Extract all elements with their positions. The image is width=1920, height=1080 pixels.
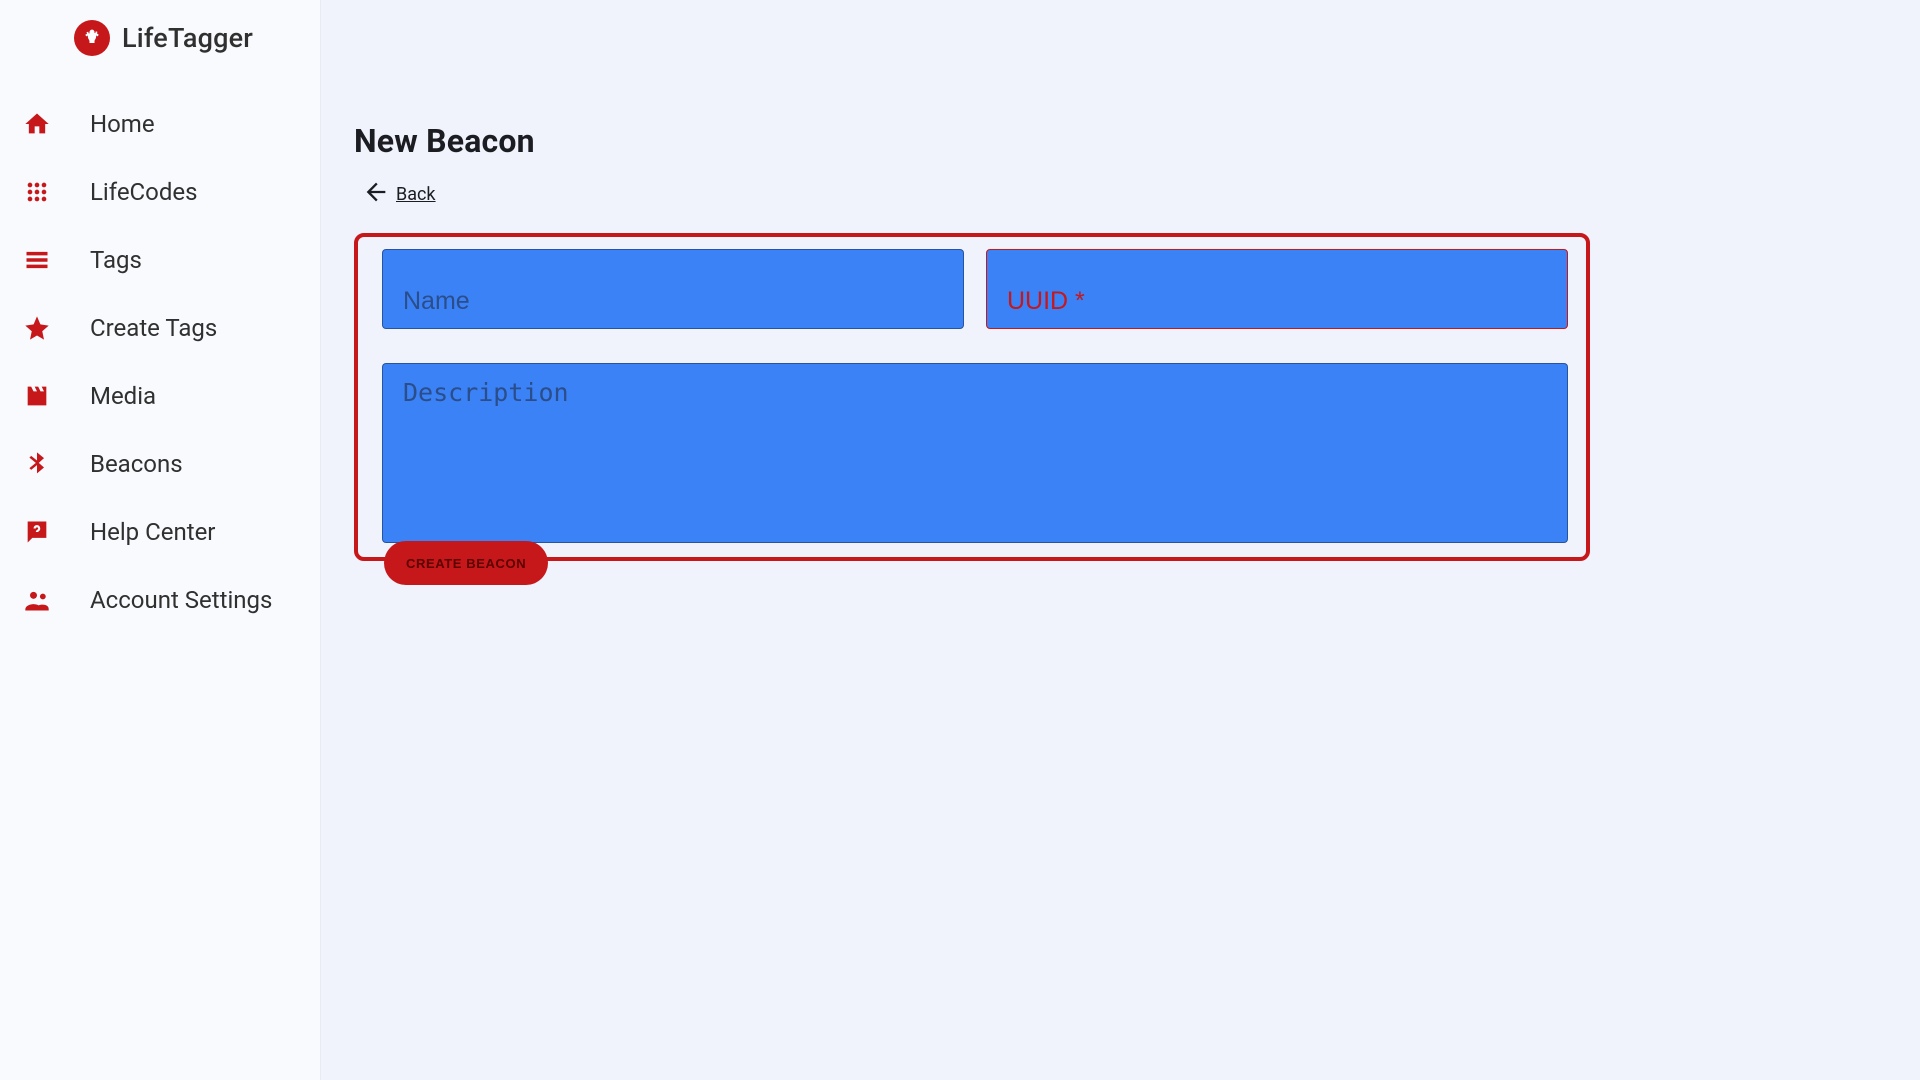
sidebar-item-help-center[interactable]: Help Center <box>0 498 320 566</box>
sidebar-item-label: Media <box>90 382 156 410</box>
help-chat-icon <box>22 517 52 547</box>
main: New Beacon Back CREATE BEACON <box>320 0 1920 1080</box>
sidebar-item-tags[interactable]: Tags <box>0 226 320 294</box>
brand-name: LifeTagger <box>122 22 253 54</box>
arrow-back-icon <box>362 178 390 211</box>
name-field-wrapper <box>382 249 964 329</box>
sidebar-item-label: Home <box>90 110 155 138</box>
page-title: New Beacon <box>354 122 1876 160</box>
sidebar: LifeTagger Home LifeCodes Tags Create Ta… <box>0 0 320 1080</box>
home-icon <box>22 109 52 139</box>
sidebar-nav: Home LifeCodes Tags Create Tags Media <box>0 90 320 634</box>
uuid-input[interactable] <box>987 250 1567 328</box>
sidebar-item-label: LifeCodes <box>90 178 198 206</box>
people-icon <box>22 585 52 615</box>
sidebar-item-media[interactable]: Media <box>0 362 320 430</box>
sidebar-item-label: Beacons <box>90 450 183 478</box>
sidebar-item-home[interactable]: Home <box>0 90 320 158</box>
uuid-field-wrapper <box>986 249 1568 329</box>
description-field-wrapper <box>382 363 1568 543</box>
page-content: New Beacon Back CREATE BEACON <box>320 92 1920 625</box>
brand: LifeTagger <box>0 14 320 90</box>
list-icon <box>22 245 52 275</box>
create-beacon-button[interactable]: CREATE BEACON <box>384 541 548 585</box>
sidebar-item-beacons[interactable]: Beacons <box>0 430 320 498</box>
sidebar-item-label: Account Settings <box>90 586 272 614</box>
sidebar-item-lifecodes[interactable]: LifeCodes <box>0 158 320 226</box>
sidebar-item-label: Tags <box>90 246 142 274</box>
sidebar-item-label: Create Tags <box>90 314 217 342</box>
name-input[interactable] <box>383 250 963 328</box>
sidebar-item-create-tags[interactable]: Create Tags <box>0 294 320 362</box>
bluetooth-icon <box>22 449 52 479</box>
movie-filter-icon <box>22 381 52 411</box>
dots-grid-icon <box>22 177 52 207</box>
sidebar-item-label: Help Center <box>90 518 215 546</box>
star-icon <box>22 313 52 343</box>
beacon-form <box>354 233 1590 561</box>
brand-logo-icon <box>74 20 110 56</box>
description-input[interactable] <box>383 364 1567 542</box>
topbar <box>320 0 1920 92</box>
sidebar-item-account-settings[interactable]: Account Settings <box>0 566 320 634</box>
back-link[interactable]: Back <box>362 178 1876 211</box>
back-label: Back <box>396 184 436 205</box>
